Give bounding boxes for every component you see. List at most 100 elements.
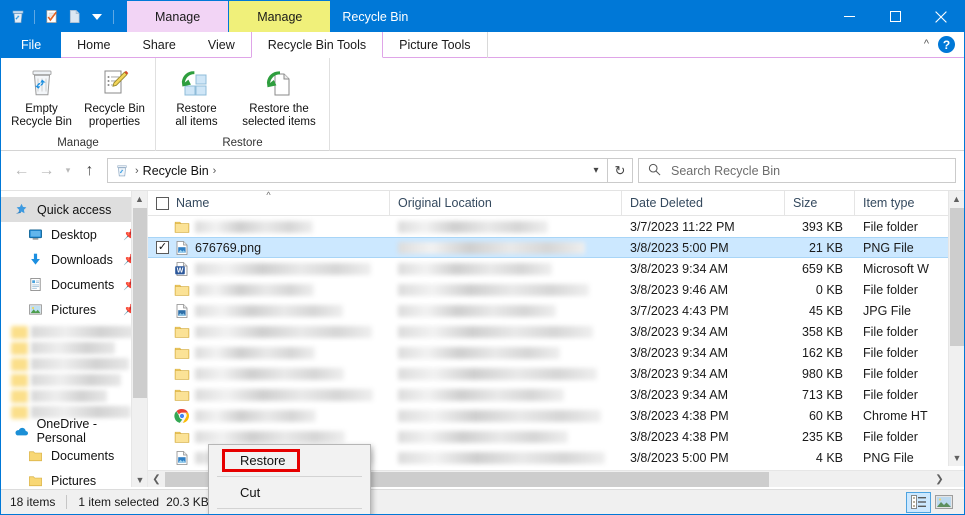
close-button[interactable] xyxy=(918,1,964,32)
sidebar-scroll-thumb[interactable] xyxy=(133,208,147,398)
sidebar-item-desktop[interactable]: Desktop 📌 xyxy=(1,222,147,247)
up-arrow-icon[interactable]: ↑ xyxy=(77,158,102,184)
sidebar-label-pictures: Pictures xyxy=(51,303,96,317)
table-row[interactable]: 3/8/2023 9:34 AM162 KBFile folder xyxy=(148,342,964,363)
sidebar-item-onedrive[interactable]: OneDrive - Personal xyxy=(1,418,147,443)
table-row[interactable]: 3/8/2023 9:34 AM713 KBFile folder xyxy=(148,384,964,405)
contextual-tab-manage-picture[interactable]: Manage xyxy=(229,1,330,32)
tab-share[interactable]: Share xyxy=(127,32,192,58)
sidebar-item-pictures[interactable]: Pictures 📌 xyxy=(1,297,147,322)
cell-name xyxy=(148,216,390,237)
context-menu-item-restore[interactable]: Restore xyxy=(209,447,370,474)
restore-all-items-button[interactable]: Restore all items xyxy=(160,62,233,132)
file-scroll-thumb[interactable] xyxy=(950,208,964,346)
cell-size: 4 KB xyxy=(785,447,855,468)
sidebar-item-onedrive-documents[interactable]: Documents xyxy=(1,443,147,468)
column-label-name: Name xyxy=(176,196,209,210)
props-label-2: properties xyxy=(89,116,140,128)
empty-recycle-bin-button[interactable]: Empty Recycle Bin xyxy=(5,62,78,132)
table-row[interactable]: 3/8/2023 9:46 AM0 KBFile folder xyxy=(148,279,964,300)
sidebar-scroll-down-icon[interactable]: ▼ xyxy=(132,472,148,487)
context-menu-item-delete[interactable]: Delete xyxy=(209,511,370,515)
context-menu-item-cut[interactable]: Cut xyxy=(209,479,370,506)
table-row[interactable]: 3/8/2023 9:34 AM980 KBFile folder xyxy=(148,363,964,384)
folder-icon xyxy=(174,387,190,403)
cell-size: 358 KB xyxy=(785,321,855,342)
address-field[interactable]: › Recycle Bin › ▾ xyxy=(107,158,608,183)
recycle-bin-properties-button[interactable]: Recycle Bin properties xyxy=(78,62,151,132)
cell-original-location xyxy=(390,237,622,258)
recycle-bin-icon[interactable] xyxy=(8,7,28,27)
row-checkbox[interactable]: ✓ xyxy=(156,241,169,254)
sidebar-item-onedrive-pictures[interactable]: Pictures xyxy=(1,468,147,487)
breadcrumb-separator-1[interactable]: › xyxy=(131,165,143,177)
cell-name xyxy=(148,405,390,426)
hscroll-left-icon[interactable]: ❮ xyxy=(148,474,165,485)
png-file-icon xyxy=(174,450,190,466)
restore-selected-items-button[interactable]: Restore the selected items xyxy=(233,62,325,132)
sidebar-item-quick-access[interactable]: Quick access xyxy=(1,197,147,222)
column-header-date-deleted[interactable]: Date Deleted xyxy=(622,191,785,215)
sidebar-scrollbar[interactable]: ▲ ▼ xyxy=(131,191,147,487)
contextual-tab-manage-recycle[interactable]: Manage xyxy=(127,1,228,32)
breadcrumb-separator-2[interactable]: › xyxy=(209,165,221,177)
table-row[interactable]: 3/8/2023 4:38 PM60 KBChrome HT xyxy=(148,405,964,426)
sidebar-item-documents[interactable]: Documents 📌 xyxy=(1,272,147,297)
redacted-name xyxy=(195,326,372,338)
tab-picture-tools[interactable]: Picture Tools xyxy=(383,32,487,58)
word-doc-icon: W xyxy=(174,261,190,277)
large-icons-view-button[interactable] xyxy=(931,492,956,513)
recent-locations-icon[interactable]: ▾ xyxy=(59,158,77,184)
tab-home[interactable]: Home xyxy=(61,32,126,58)
new-item-icon[interactable] xyxy=(64,7,84,27)
file-list-scrollbar[interactable]: ▲ ▼ xyxy=(948,191,964,466)
cell-size: 713 KB xyxy=(785,384,855,405)
redacted-name xyxy=(195,389,373,401)
table-row[interactable]: 3/8/2023 9:34 AM358 KBFile folder xyxy=(148,321,964,342)
customize-dropdown-icon[interactable] xyxy=(87,7,107,27)
redacted-name xyxy=(195,347,315,359)
properties-icon[interactable] xyxy=(41,7,61,27)
table-row[interactable]: W3/8/2023 9:34 AM659 KBMicrosoft W xyxy=(148,258,964,279)
search-box[interactable]: Search Recycle Bin xyxy=(638,158,956,183)
back-arrow-icon[interactable]: ← xyxy=(9,158,34,184)
tab-recycle-bin-tools[interactable]: Recycle Bin Tools xyxy=(251,32,383,58)
details-view-button[interactable] xyxy=(906,492,931,513)
toolbar-separator-2 xyxy=(113,10,114,24)
ribbon-body: Empty Recycle Bin xyxy=(1,58,964,151)
breadcrumb-recycle-bin[interactable]: Recycle Bin xyxy=(143,164,209,178)
column-header-size[interactable]: Size xyxy=(785,191,855,215)
search-input[interactable]: Search Recycle Bin xyxy=(671,164,780,178)
table-row[interactable]: 3/7/2023 4:43 PM45 KBJPG File xyxy=(148,300,964,321)
forward-arrow-icon[interactable]: → xyxy=(34,158,59,184)
cell-date-deleted: 3/8/2023 9:34 AM xyxy=(622,321,785,342)
refresh-icon[interactable]: ↻ xyxy=(608,158,633,183)
sidebar-item-downloads[interactable]: Downloads 📌 xyxy=(1,247,147,272)
column-header-name[interactable]: ^ Name xyxy=(148,191,390,215)
search-icon xyxy=(648,163,661,179)
maximize-button[interactable] xyxy=(872,1,918,32)
cell-size: 45 KB xyxy=(785,300,855,321)
file-scroll-down-icon[interactable]: ▼ xyxy=(949,450,964,466)
tab-view[interactable]: View xyxy=(192,32,251,58)
file-list: 3/7/2023 11:22 PM393 KBFile folder✓67676… xyxy=(148,216,964,468)
cell-item-type: File folder xyxy=(855,426,940,447)
cell-size: 235 KB xyxy=(785,426,855,447)
status-selection: 1 item selected xyxy=(78,495,159,509)
column-header-item-type[interactable]: Item type xyxy=(855,191,940,215)
tab-file[interactable]: File xyxy=(1,32,61,58)
cell-item-type: PNG File xyxy=(855,237,940,258)
address-bar: ← → ▾ ↑ › Recycle Bin › ▾ ↻ xyxy=(1,151,964,190)
address-dropdown-icon[interactable]: ▾ xyxy=(585,165,607,176)
file-scroll-up-icon[interactable]: ▲ xyxy=(949,191,964,207)
column-header-original-location[interactable]: Original Location xyxy=(390,191,622,215)
minimize-button[interactable] xyxy=(826,1,872,32)
select-all-checkbox[interactable] xyxy=(156,197,169,210)
table-row[interactable]: 3/7/2023 11:22 PM393 KBFile folder xyxy=(148,216,964,237)
help-icon[interactable]: ? xyxy=(938,36,955,53)
sidebar-scroll-up-icon[interactable]: ▲ xyxy=(132,191,147,207)
chevron-up-icon[interactable]: ^ xyxy=(924,39,929,50)
table-row[interactable]: ✓676769.png3/8/2023 5:00 PM21 KBPNG File xyxy=(148,237,964,258)
cell-original-location xyxy=(390,405,622,426)
hscroll-right-icon[interactable]: ❯ xyxy=(931,474,948,485)
